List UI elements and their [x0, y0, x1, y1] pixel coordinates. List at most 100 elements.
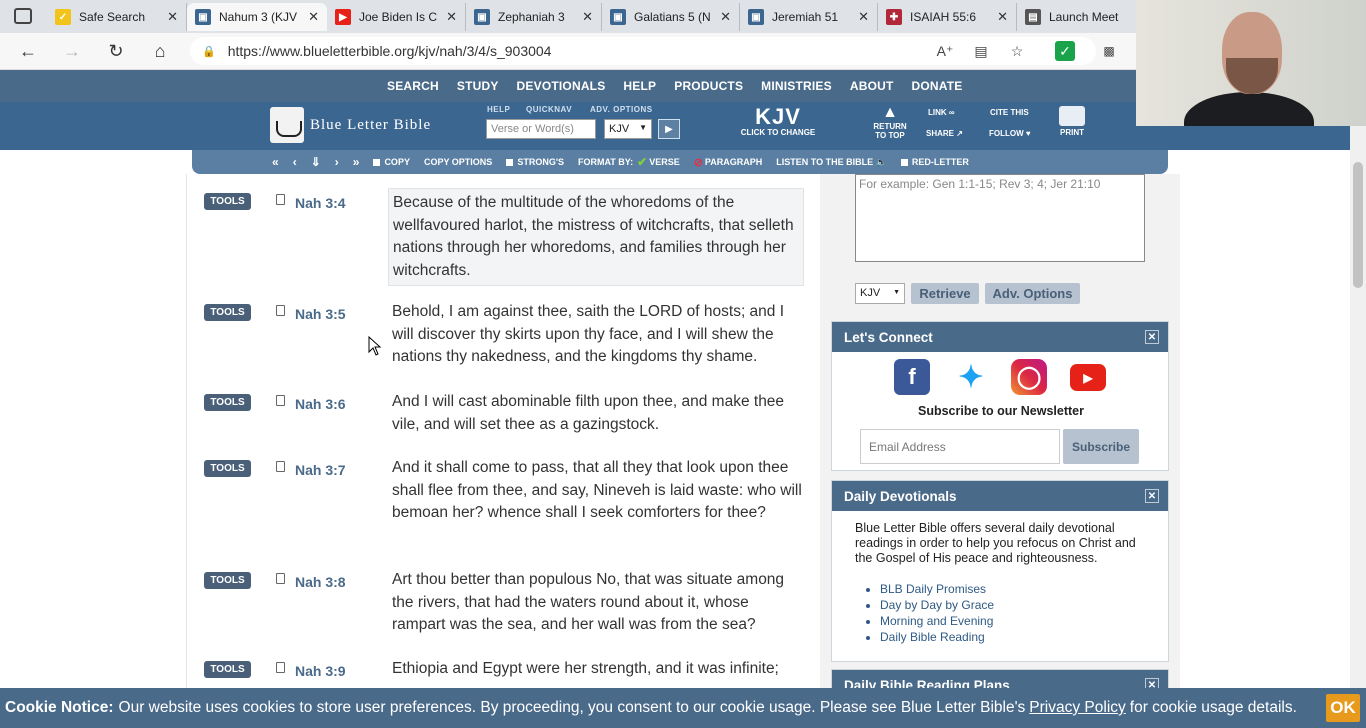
- version-select[interactable]: KJV ▼: [604, 119, 652, 139]
- copy-verse-icon[interactable]: [276, 305, 285, 316]
- next-verse-icon[interactable]: ›: [335, 155, 339, 169]
- twitter-icon[interactable]: ✦: [953, 359, 989, 395]
- scrollbar-thumb[interactable]: [1353, 162, 1363, 288]
- extension-check-icon[interactable]: ✓: [1055, 41, 1075, 61]
- close-tab-icon[interactable]: ✕: [167, 9, 178, 25]
- url-field[interactable]: 🔒 https://www.blueletterbible.org/kjv/na…: [190, 37, 1096, 65]
- back-arrow-icon[interactable]: ←: [15, 39, 41, 63]
- verse-reference[interactable]: Nah 3:6: [295, 396, 346, 412]
- tools-button[interactable]: TOOLS: [204, 572, 251, 589]
- topnav-item[interactable]: PRODUCTS: [665, 79, 752, 93]
- share-button[interactable]: SHARE ↗: [926, 129, 963, 138]
- red-letter-checkbox[interactable]: [900, 158, 908, 166]
- browser-tab[interactable]: ▣ Jeremiah 51 ✕: [740, 3, 878, 31]
- refresh-icon[interactable]: ↻: [103, 39, 129, 63]
- chapter-down-icon[interactable]: ⇓: [311, 155, 321, 169]
- copy-options-button[interactable]: COPY OPTIONS: [424, 157, 492, 167]
- browser-tab[interactable]: ✓ Safe Search ✕: [47, 3, 187, 31]
- verse-reference[interactable]: Nah 3:7: [295, 462, 346, 478]
- devotional-link[interactable]: BLB Daily Promises: [880, 581, 994, 597]
- passage-search-textarea[interactable]: For example: Gen 1:1-15; Rev 3; 4; Jer 2…: [855, 174, 1145, 262]
- extension-icon[interactable]: ▩: [1099, 41, 1119, 61]
- devotional-link[interactable]: Day by Day by Grace: [880, 597, 994, 613]
- quicknav-go-button[interactable]: ▶: [658, 119, 680, 139]
- privacy-policy-link[interactable]: Privacy Policy: [1029, 699, 1125, 717]
- first-chapter-icon[interactable]: «: [272, 155, 279, 169]
- favorite-star-icon[interactable]: ☆: [1007, 41, 1027, 61]
- cite-button[interactable]: CITE THIS: [990, 108, 1029, 117]
- topnav-item[interactable]: MINISTRIES: [752, 79, 841, 93]
- tools-button[interactable]: TOOLS: [204, 304, 251, 321]
- cookie-ok-button[interactable]: OK: [1326, 694, 1360, 722]
- topnav-item[interactable]: HELP: [614, 79, 665, 93]
- browser-tab[interactable]: ▣ Galatians 5 (N ✕: [602, 3, 740, 31]
- quicknav-input[interactable]: Verse or Word(s): [486, 119, 596, 139]
- close-tab-icon[interactable]: ✕: [997, 9, 1008, 25]
- close-tab-icon[interactable]: ✕: [720, 9, 731, 25]
- return-to-top-button[interactable]: ▲ RETURN TO TOP: [872, 104, 908, 140]
- page-scrollbar[interactable]: [1350, 126, 1366, 688]
- copy-button[interactable]: COPY: [373, 157, 410, 167]
- sidebar-version-select[interactable]: KJV ▼: [855, 283, 905, 304]
- print-button[interactable]: PRINT: [1056, 106, 1088, 137]
- copy-checkbox[interactable]: [373, 158, 381, 166]
- browser-tab[interactable]: ▣ Zephaniah 3 ✕: [466, 3, 602, 31]
- topnav-item[interactable]: ABOUT: [841, 79, 903, 93]
- instagram-icon[interactable]: ◯: [1011, 359, 1047, 395]
- copy-verse-icon[interactable]: [276, 573, 285, 584]
- close-icon[interactable]: ✕: [1145, 489, 1159, 503]
- format-verse-option[interactable]: ✔ VERSE: [637, 155, 680, 169]
- youtube-icon[interactable]: ▶: [1070, 364, 1106, 391]
- strongs-checkbox[interactable]: [506, 158, 514, 166]
- help-label[interactable]: HELP: [487, 105, 510, 114]
- reader-view-icon[interactable]: ▤: [971, 41, 991, 61]
- copy-verse-icon[interactable]: [276, 662, 285, 673]
- version-change-button[interactable]: KJV CLICK TO CHANGE: [738, 106, 818, 138]
- copy-verse-icon[interactable]: [276, 461, 285, 472]
- close-tab-icon[interactable]: ✕: [858, 9, 869, 25]
- copy-verse-icon[interactable]: [276, 395, 285, 406]
- tools-button[interactable]: TOOLS: [204, 460, 251, 477]
- tools-button[interactable]: TOOLS: [204, 394, 251, 411]
- red-letter-toggle[interactable]: RED-LETTER: [900, 157, 969, 167]
- browser-tab[interactable]: ▣ Nahum 3 (KJV ✕: [187, 3, 327, 31]
- link-button[interactable]: LINK ∞: [928, 108, 955, 117]
- verse-reference[interactable]: Nah 3:5: [295, 306, 346, 322]
- email-input[interactable]: Email Address: [860, 429, 1060, 464]
- tab-actions-icon[interactable]: [14, 8, 32, 24]
- close-tab-icon[interactable]: ✕: [308, 9, 319, 25]
- home-icon[interactable]: ⌂: [147, 39, 173, 63]
- tools-button[interactable]: TOOLS: [204, 661, 251, 678]
- last-chapter-icon[interactable]: »: [353, 155, 360, 169]
- devotional-link[interactable]: Daily Bible Reading: [880, 629, 994, 645]
- topnav-item[interactable]: SEARCH: [378, 79, 448, 93]
- close-icon[interactable]: ✕: [1145, 330, 1159, 344]
- format-paragraph-option[interactable]: ⊘ PARAGRAPH: [694, 156, 763, 169]
- adv-options-label[interactable]: ADV. OPTIONS: [590, 105, 653, 114]
- close-tab-icon[interactable]: ✕: [582, 9, 593, 25]
- read-aloud-icon[interactable]: A⁺: [935, 41, 955, 61]
- follow-button[interactable]: FOLLOW ♥: [989, 129, 1031, 138]
- topnav-item[interactable]: DONATE: [903, 79, 972, 93]
- verse-reference[interactable]: Nah 3:4: [295, 195, 346, 211]
- topnav-item[interactable]: DEVOTIONALS: [508, 79, 615, 93]
- sidebar-adv-options-button[interactable]: Adv. Options: [985, 283, 1080, 304]
- copy-verse-icon[interactable]: [276, 194, 285, 205]
- verse-reference[interactable]: Nah 3:8: [295, 574, 346, 590]
- browser-tab[interactable]: ✚ ISAIAH 55:6 ✕: [878, 3, 1017, 31]
- listen-button[interactable]: LISTEN TO THE BIBLE 🔈: [776, 157, 887, 168]
- retrieve-button[interactable]: Retrieve: [911, 283, 979, 304]
- subscribe-button[interactable]: Subscribe: [1063, 429, 1139, 464]
- close-tab-icon[interactable]: ✕: [446, 9, 457, 25]
- forward-arrow-icon[interactable]: →: [59, 39, 85, 63]
- facebook-icon[interactable]: f: [894, 359, 930, 395]
- previous-verse-icon[interactable]: ‹: [293, 155, 297, 169]
- browser-tab[interactable]: ▶ Joe Biden Is C ✕: [327, 3, 466, 31]
- topnav-item[interactable]: STUDY: [448, 79, 508, 93]
- devotional-link[interactable]: Morning and Evening: [880, 613, 994, 629]
- browser-tab[interactable]: ▤ Launch Meet: [1017, 3, 1137, 31]
- strongs-toggle[interactable]: STRONG'S: [506, 157, 564, 167]
- verse-reference[interactable]: Nah 3:9: [295, 663, 346, 679]
- blb-logo[interactable]: Blue Letter Bible: [270, 105, 431, 145]
- tools-button[interactable]: TOOLS: [204, 193, 251, 210]
